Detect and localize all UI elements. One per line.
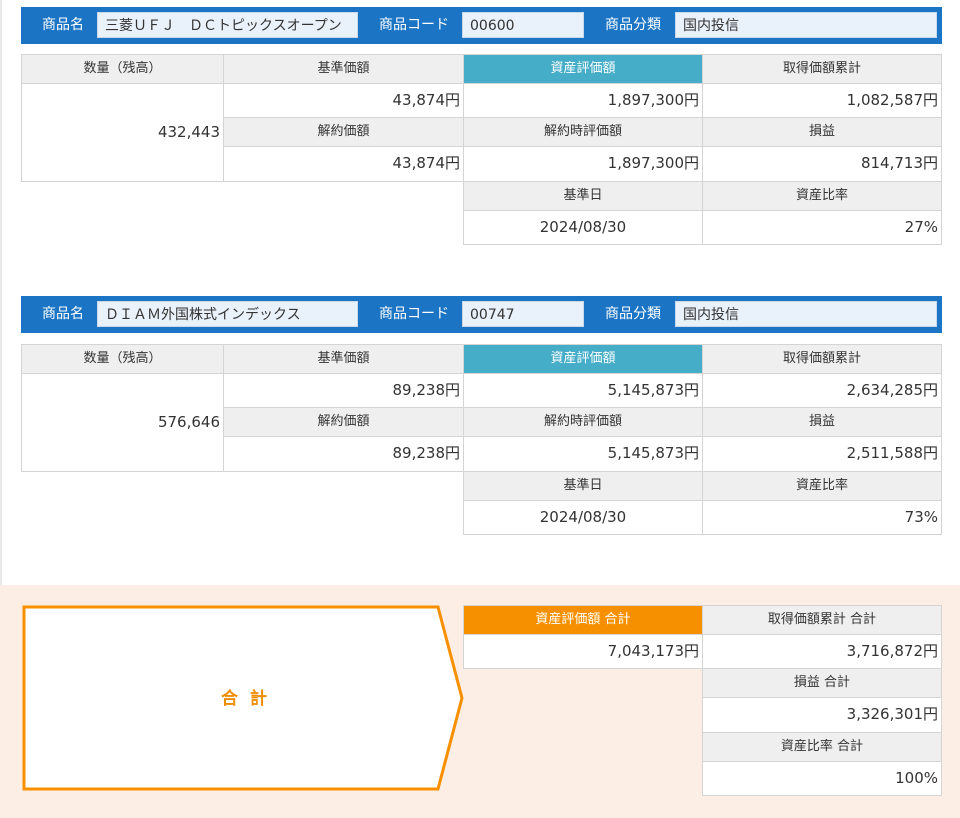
- product-name-value: 三菱ＵＦＪ ＤＣトピックスオープン: [97, 12, 358, 38]
- product-header-2: 商品名 ＤＩＡＭ外国株式インデックス 商品コード 00747 商品分類 国内投信: [21, 296, 942, 333]
- profit-loss-header: 損益: [702, 407, 942, 437]
- base-price-value: 89,238円: [223, 373, 464, 408]
- asset-ratio-value: 27%: [702, 210, 942, 245]
- base-date-value: 2024/08/30: [463, 500, 703, 535]
- asset-valuation-header: 資産評価額: [463, 344, 703, 374]
- base-price-value: 43,874円: [223, 83, 464, 118]
- product-name-label: 商品名: [42, 306, 84, 322]
- quantity-header: 数量（残高）: [21, 344, 224, 374]
- profit-loss-header: 損益: [702, 117, 942, 147]
- asset-valuation-value: 1,897,300円: [463, 83, 703, 118]
- quantity-header: 数量（残高）: [21, 54, 224, 84]
- cancel-price-value: 89,238円: [223, 436, 464, 472]
- product-category-value: 国内投信: [675, 301, 937, 327]
- total-profit-loss-value: 3,326,301円: [702, 697, 942, 733]
- total-asset-ratio-value: 100%: [702, 761, 942, 796]
- base-price-header: 基準価額: [223, 344, 464, 374]
- quantity-value: 432,443: [21, 83, 224, 182]
- base-date-value: 2024/08/30: [463, 210, 703, 245]
- product-header-1: 商品名 三菱ＵＦＪ ＤＣトピックスオープン 商品コード 00600 商品分類 国…: [21, 7, 942, 44]
- acquisition-total-header: 取得価額累計: [702, 344, 942, 374]
- product-category-label: 商品分類: [605, 306, 661, 322]
- asset-ratio-header: 資産比率: [702, 181, 942, 211]
- asset-valuation-value: 5,145,873円: [463, 373, 703, 408]
- cancel-valuation-header: 解約時評価額: [463, 117, 703, 147]
- cancel-valuation-header: 解約時評価額: [463, 407, 703, 437]
- total-profit-loss-header: 損益 合計: [702, 668, 942, 698]
- acquisition-total-header: 取得価額累計: [702, 54, 942, 84]
- page-left-border: [0, 0, 2, 585]
- base-date-header: 基準日: [463, 471, 703, 501]
- product-code-value: 00747: [462, 301, 584, 327]
- asset-valuation-header: 資産評価額: [463, 54, 703, 84]
- product-code-label: 商品コード: [379, 306, 449, 322]
- totals-title: 合 計: [221, 689, 270, 709]
- product-code-value: 00600: [462, 12, 584, 38]
- product-name-label: 商品名: [42, 17, 84, 33]
- total-asset-valuation-header: 資産評価額 合計: [463, 605, 703, 635]
- total-asset-valuation-value: 7,043,173円: [463, 634, 703, 669]
- cancel-price-value: 43,874円: [223, 146, 464, 182]
- total-asset-ratio-header: 資産比率 合計: [702, 732, 942, 762]
- quantity-value: 576,646: [21, 373, 224, 472]
- acquisition-total-value: 1,082,587円: [702, 83, 942, 118]
- product-category-label: 商品分類: [605, 17, 661, 33]
- asset-ratio-value: 73%: [702, 500, 942, 535]
- total-acquisition-header: 取得価額累計 合計: [702, 605, 942, 635]
- base-price-header: 基準価額: [223, 54, 464, 84]
- cancel-valuation-value: 1,897,300円: [463, 146, 703, 182]
- product-category-value: 国内投信: [675, 12, 937, 38]
- product-code-label: 商品コード: [379, 17, 449, 33]
- base-date-header: 基準日: [463, 181, 703, 211]
- cancel-price-header: 解約価額: [223, 117, 464, 147]
- total-acquisition-value: 3,716,872円: [702, 634, 942, 669]
- product-name-value: ＤＩＡＭ外国株式インデックス: [97, 301, 358, 327]
- profit-loss-value: 2,511,588円: [702, 436, 942, 472]
- cancel-valuation-value: 5,145,873円: [463, 436, 703, 472]
- cancel-price-header: 解約価額: [223, 407, 464, 437]
- acquisition-total-value: 2,634,285円: [702, 373, 942, 408]
- asset-ratio-header: 資産比率: [702, 471, 942, 501]
- profit-loss-value: 814,713円: [702, 146, 942, 182]
